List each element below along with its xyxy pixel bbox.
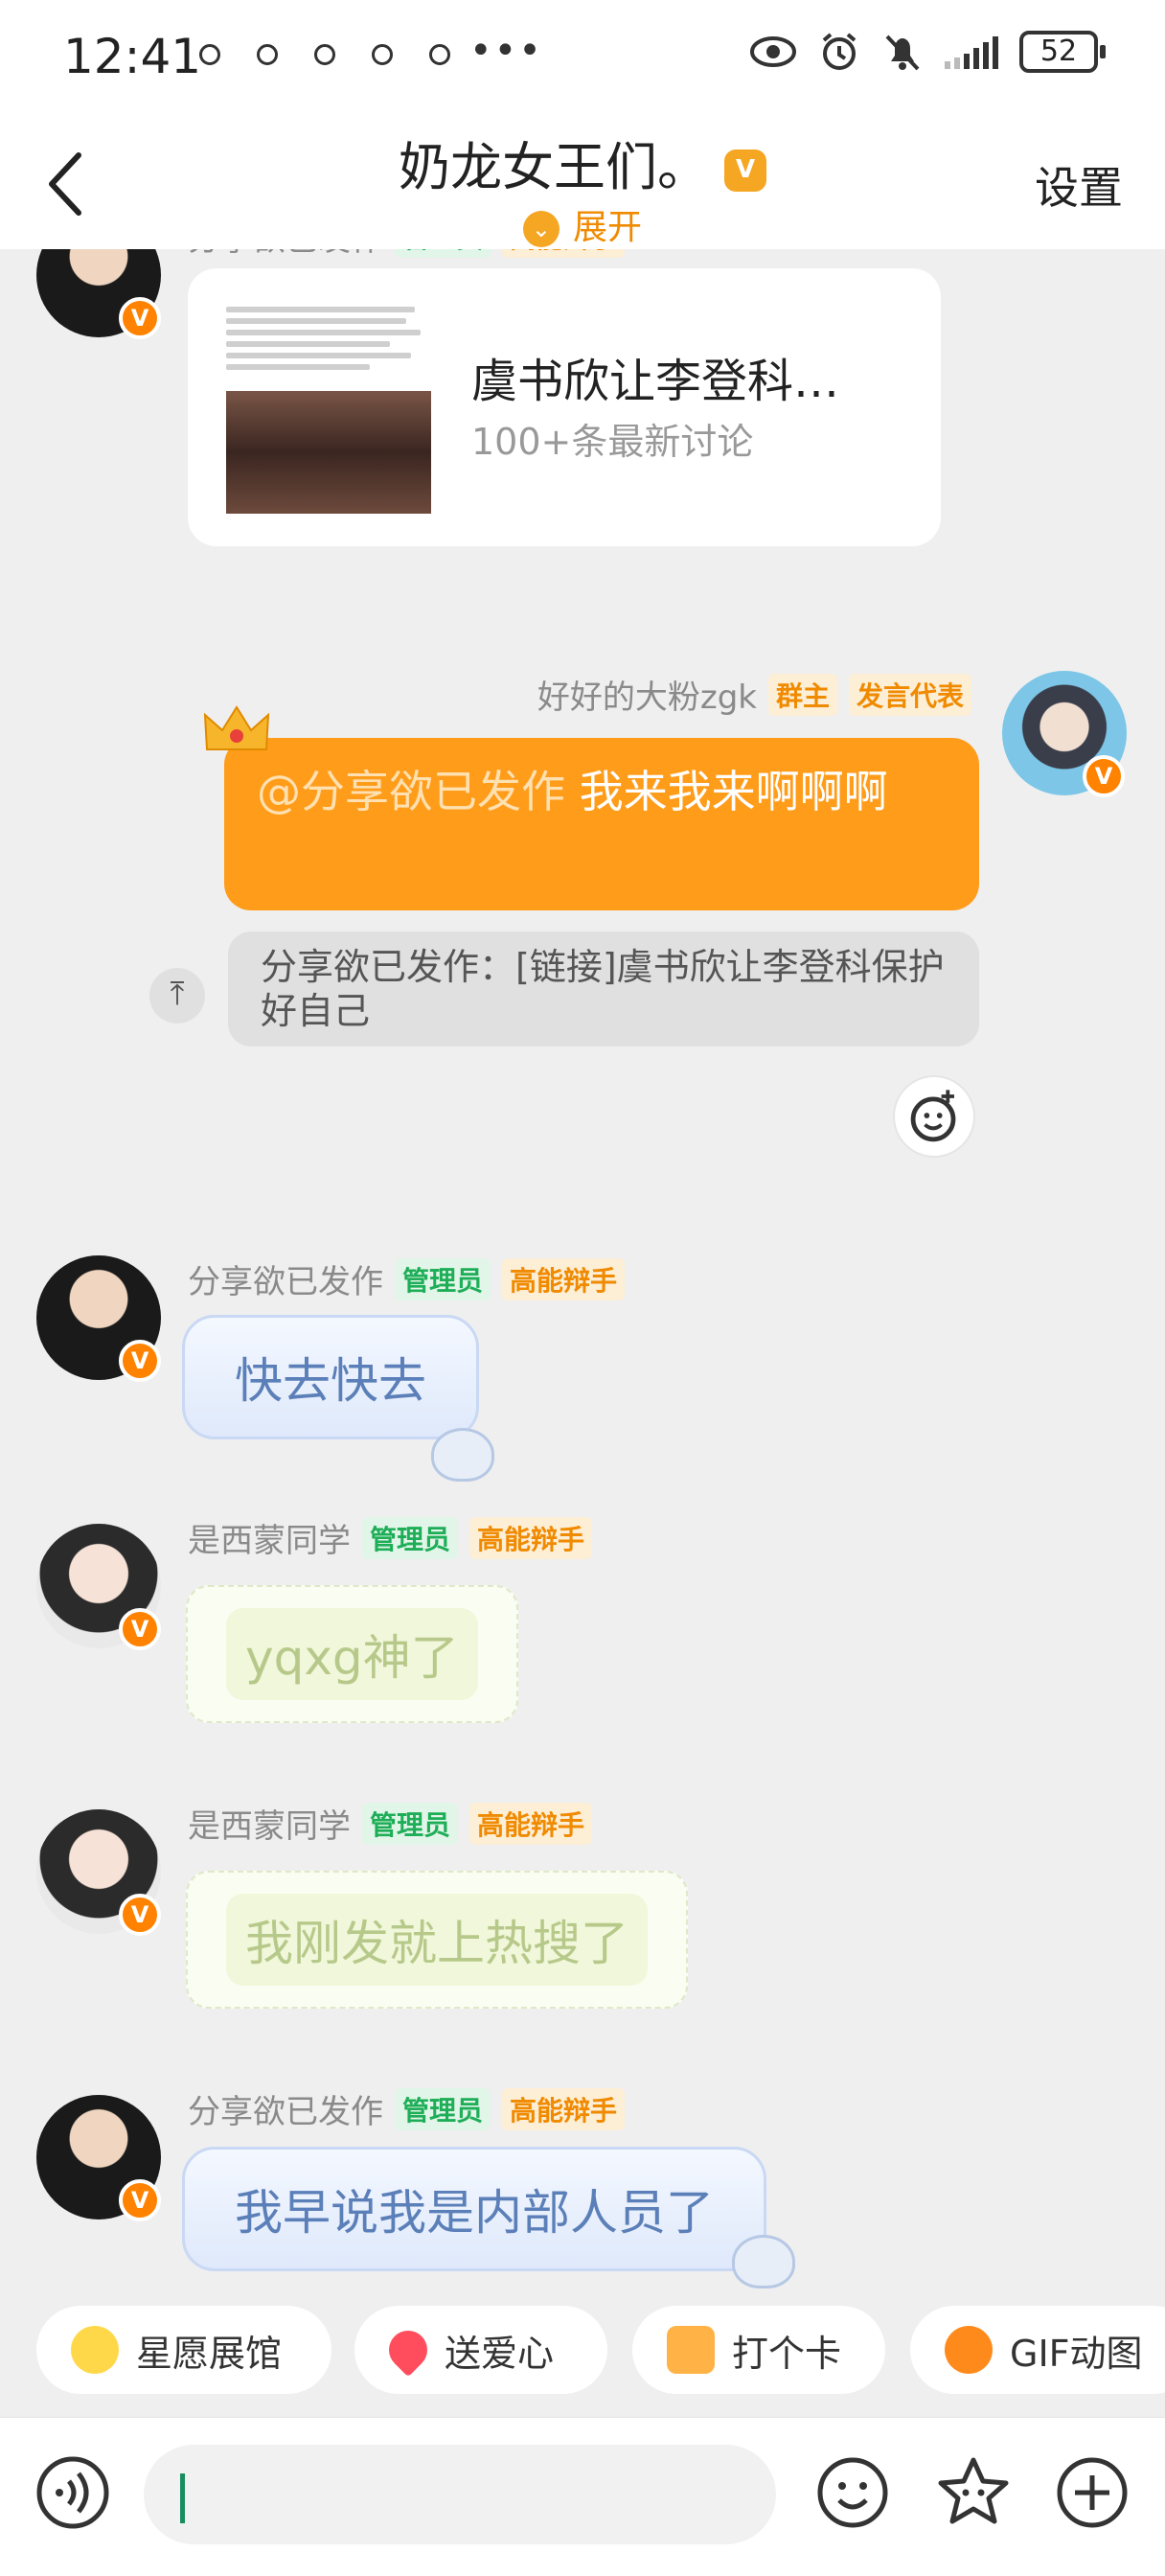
heart-icon — [380, 2322, 436, 2378]
role-tag: 管理员 — [362, 1802, 459, 1845]
more-notifications-icon: ••• — [469, 29, 543, 73]
verified-badge-icon — [724, 150, 766, 193]
message-text: yqxg神了 — [226, 1608, 478, 1700]
gif-icon — [945, 2326, 993, 2374]
notification-icons — [199, 44, 450, 65]
sender-line: 分享欲已发作 管理员 高能辩手 — [188, 2085, 626, 2132]
quick-action-label: 星愿展馆 — [136, 2332, 283, 2375]
message-bubble[interactable]: 快去快去 — [182, 1315, 479, 1439]
verified-v-icon: V — [119, 297, 161, 339]
notification-icon — [429, 44, 450, 65]
crown-icon — [203, 705, 270, 750]
sender-line: 是西蒙同学 管理员 高能辩手 — [188, 1514, 593, 1561]
calendar-icon — [667, 2326, 715, 2374]
cat-sticker-icon — [431, 1428, 494, 1482]
sender-name[interactable]: 分享欲已发作 — [188, 2085, 383, 2132]
verified-v-icon: V — [119, 1608, 161, 1650]
message-input[interactable] — [144, 2445, 776, 2544]
sender-line: 分享欲已发作 管理员 高能辩手 — [188, 249, 626, 260]
alarm-icon — [822, 33, 857, 70]
sender-name[interactable]: 是西蒙同学 — [188, 1800, 351, 1847]
link-title: 虞书欣让李登科… — [471, 355, 840, 408]
verified-v-icon: V — [119, 1894, 161, 1936]
message-bubble[interactable]: yqxg神了 — [186, 1585, 518, 1723]
sender-name[interactable]: 分享欲已发作 — [188, 249, 383, 260]
message-item: V 是西蒙同学 管理员 高能辩手 yqxg神了 — [0, 1514, 1165, 1763]
status-bar: 12:41 ••• 52 — [0, 0, 1165, 115]
mention-link[interactable]: @分享欲已发作 — [257, 766, 565, 817]
voice-icon[interactable] — [34, 2454, 111, 2531]
honor-tag: 高能辩手 — [502, 1257, 626, 1300]
role-tag: 管理员 — [395, 1257, 491, 1300]
message-text: 我刚发就上热搜了 — [226, 1894, 648, 1986]
group-title: 奶龙女王们。 — [0, 125, 1165, 200]
sender-name[interactable]: 好好的大粉zgk — [537, 671, 757, 718]
honor-tag: 发言代表 — [848, 673, 971, 716]
message-item: V 分享欲已发作 管理员 高能辩手 我早说我是内部人员了 — [0, 2085, 1165, 2290]
message-bubble[interactable]: 我早说我是内部人员了 — [182, 2147, 766, 2271]
group-name: 奶龙女王们。 — [399, 137, 709, 197]
quick-action-gif[interactable]: GIF动图 — [910, 2306, 1165, 2394]
notification-icon — [199, 44, 220, 65]
sender-name[interactable]: 分享欲已发作 — [188, 1255, 383, 1302]
honor-tag: 高能辩手 — [502, 2087, 626, 2130]
sticker-icon[interactable] — [935, 2454, 1012, 2531]
pin-top-icon[interactable]: ⤒ — [149, 968, 205, 1024]
message-list[interactable]: V 分享欲已发作 管理员 高能辩手 虞书欣让李登科… 100+条最新讨论 好好的… — [0, 249, 1165, 2290]
expand-button[interactable]: ⌄ 展开 — [0, 199, 1165, 249]
chat-header: 奶龙女王们。 ⌄ 展开 设置 — [0, 115, 1165, 249]
quick-action-send-love[interactable]: 送爱心 — [354, 2306, 607, 2394]
notification-icon — [314, 44, 335, 65]
system-icons: 52 — [749, 31, 1106, 73]
quick-actions-bar: 星愿展馆 送爱心 打个卡 GIF动图 — [0, 2298, 1165, 2404]
sender-line: 是西蒙同学 管理员 高能辩手 — [188, 1800, 593, 1847]
verified-v-icon: V — [119, 1340, 161, 1382]
message-item: V 分享欲已发作 管理员 高能辩手 快去快去 — [0, 1255, 1165, 1495]
role-tag: 管理员 — [395, 2087, 491, 2130]
message-bubble[interactable]: @分享欲已发作 我来我来啊啊啊 — [224, 738, 979, 910]
settings-button[interactable]: 设置 — [1035, 153, 1123, 217]
message-item: V 是西蒙同学 管理员 高能辩手 我刚发就上热搜了 — [0, 1800, 1165, 2049]
honor-tag: 高能辩手 — [469, 1802, 593, 1845]
star-icon — [71, 2326, 119, 2374]
sender-line: 分享欲已发作 管理员 高能辩手 — [188, 1255, 626, 1302]
expand-label: 展开 — [572, 208, 642, 247]
input-bar — [0, 2417, 1165, 2576]
add-plus-icon[interactable] — [1054, 2454, 1131, 2531]
quick-action-label: GIF动图 — [1010, 2332, 1143, 2375]
notification-icon — [257, 44, 278, 65]
role-tag: 群主 — [767, 673, 837, 716]
sender-name[interactable]: 是西蒙同学 — [188, 1514, 351, 1561]
quick-action-star-hall[interactable]: 星愿展馆 — [36, 2306, 331, 2394]
link-thumbnail — [226, 297, 431, 514]
honor-tag: 高能辩手 — [469, 1516, 593, 1559]
emoji-icon[interactable] — [814, 2454, 891, 2531]
sender-line: 好好的大粉zgk 群主 发言代表 — [537, 671, 971, 718]
notification-icon — [372, 44, 393, 65]
link-subtitle: 100+条最新讨论 — [471, 421, 754, 463]
role-tag: 管理员 — [395, 249, 491, 258]
link-card[interactable]: 虞书欣让李登科… 100+条最新讨论 — [188, 268, 941, 546]
clock: 12:41 — [63, 29, 202, 84]
message-bubble[interactable]: 我刚发就上热搜了 — [186, 1871, 688, 2009]
text-caret — [180, 2473, 185, 2523]
quoted-message[interactable]: 分享欲已发作：[链接]虞书欣让李登科保护好自己 — [228, 932, 979, 1046]
message-item: V 分享欲已发作 管理员 高能辩手 虞书欣让李登科… 100+条最新讨论 — [0, 249, 1165, 596]
honor-tag: 高能辩手 — [502, 249, 626, 258]
message-text: 我来我来啊啊啊 — [579, 766, 888, 817]
signal-icon — [945, 34, 998, 69]
role-tag: 管理员 — [362, 1516, 459, 1559]
quick-action-label: 打个卡 — [732, 2332, 842, 2375]
add-reaction-icon[interactable] — [893, 1075, 975, 1158]
battery-indicator: 52 — [1019, 31, 1106, 73]
verified-v-icon: V — [1083, 755, 1125, 797]
cat-sticker-icon — [732, 2235, 795, 2288]
quick-action-check-in[interactable]: 打个卡 — [632, 2306, 885, 2394]
mute-icon — [885, 34, 920, 71]
quick-action-label: 送爱心 — [445, 2332, 555, 2375]
chevron-down-icon: ⌄ — [522, 211, 560, 247]
verified-v-icon: V — [119, 2179, 161, 2221]
message-item: 好好的大粉zgk 群主 发言代表 V @分享欲已发作 我来我来啊啊啊 ⤒ 分享欲… — [0, 671, 1165, 1169]
eye-icon — [750, 36, 796, 67]
